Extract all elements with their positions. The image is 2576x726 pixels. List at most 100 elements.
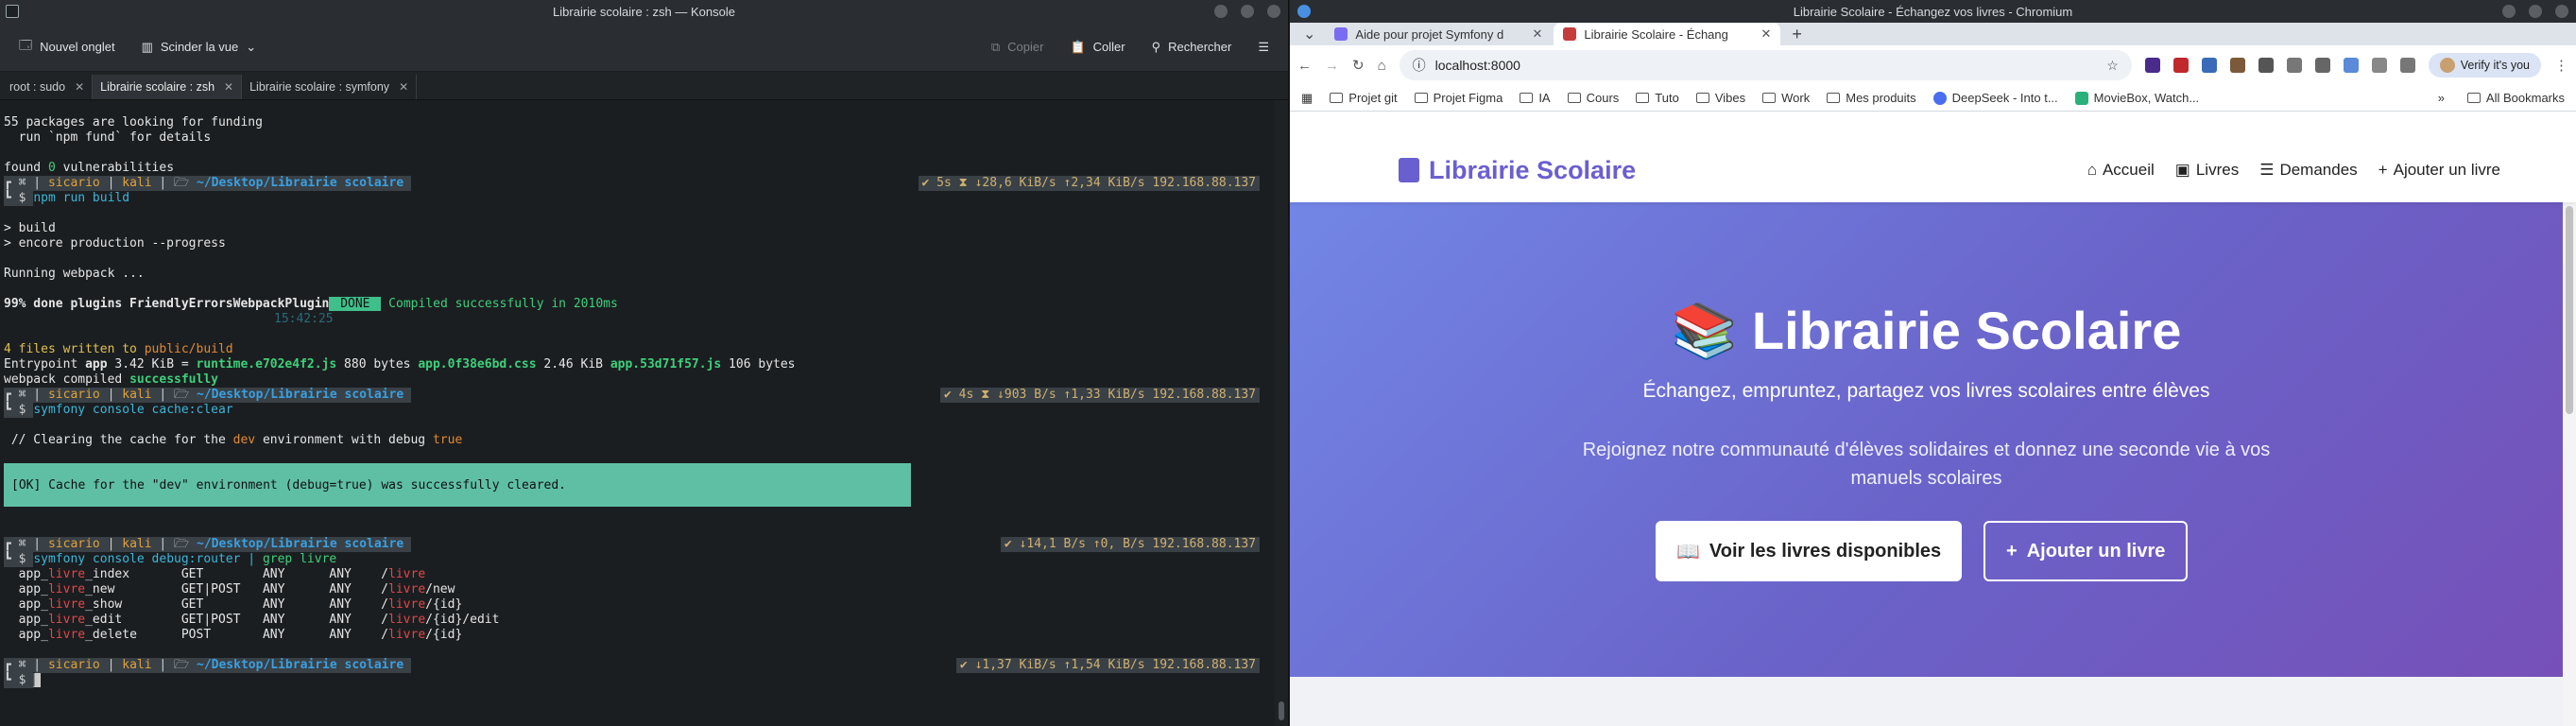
folder-icon [1827,93,1841,103]
chevron-right-icon[interactable]: » [2438,91,2445,105]
verify-profile-button[interactable]: Verify it's you [2428,53,2541,78]
prompt-line: ┏ ⌘ | sicario | kali | 🗁 ~/Desktop/Libra… [4,176,1275,191]
back-icon[interactable]: ← [1297,58,1312,74]
close-tab-icon[interactable]: ✕ [1761,26,1772,42]
bookmark-item[interactable]: Tuto [1636,91,1679,105]
close-tab-icon[interactable]: ✕ [399,80,408,94]
bookmark-item[interactable]: DeepSeek - Into t... [1932,91,2058,105]
hero-paragraph: Rejoignez notre communauté d'élèves soli… [1582,440,2271,489]
apps-grid-icon[interactable]: ▦ [1301,91,1313,106]
close-tab-icon[interactable]: ✕ [1533,26,1543,42]
paste-button[interactable]: 📋 Coller [1060,34,1134,60]
nav-livres[interactable]: ▣ Livres [2175,161,2239,180]
bookmark-item[interactable]: Work [1762,91,1810,105]
command-line: ┗ $ symfony console cache:clear [4,403,233,418]
search-button[interactable]: ⚲ Rechercher [1142,34,1242,60]
nav-accueil[interactable]: ⌂ Accueil [2087,161,2155,180]
maximize-icon[interactable] [2529,5,2542,18]
terminal-line: 15:42:25 [274,312,334,326]
scroll-thumb[interactable] [1279,701,1284,720]
tab-search-icon[interactable]: ⌄ [1296,25,1323,43]
konsole-tab[interactable]: Librairie scolaire : symfony ✕ [242,75,418,99]
bookmark-item[interactable]: Mes produits [1827,91,1916,105]
terminal-app-icon [6,5,19,18]
hamburger-menu-icon[interactable]: ☰ [1248,34,1279,60]
scroll-thumb[interactable] [2566,206,2573,414]
route-row: app_livre_show GET ANY ANY /livre/{id} [18,597,463,612]
extension-icon[interactable] [2314,58,2330,73]
split-view-icon: ▥ [141,39,153,54]
key-icon[interactable] [2399,58,2415,73]
cursor: ▏ [33,673,42,687]
folder-icon [1520,93,1534,103]
folder-icon [1695,93,1709,103]
extension-icon[interactable] [2371,58,2387,73]
browser-tab[interactable]: Librairie Scolaire - Échang ✕ [1554,23,1781,45]
terminal-scrollbar[interactable] [1275,100,1288,726]
konsole-tab[interactable]: Librairie scolaire : zsh ✕ [93,75,243,99]
extension-icon[interactable] [2229,58,2245,73]
bookmark-item[interactable]: Vibes [1695,91,1745,105]
copy-button[interactable]: ⧉ Copier [982,34,1054,60]
terminal-line: found 0 vulnerabilities [4,161,175,175]
nav-ajouter-livre[interactable]: + Ajouter un livre [2379,161,2500,180]
hero-section: 📚 Librairie Scolaire Échangez, empruntez… [1290,202,2563,677]
site-info-icon[interactable]: ⓘ [1413,56,1426,75]
terminal-line: run `npm fund` for details [4,130,212,145]
route-row: app_livre_index GET ANY ANY /livre [18,567,426,581]
extension-icon[interactable] [2201,58,2217,73]
new-tab-plus-icon[interactable]: + [1782,25,1812,44]
close-tab-icon[interactable]: ✕ [75,80,84,94]
bookmark-star-icon[interactable]: ☆ [2106,58,2119,74]
bookmark-item[interactable]: Cours [1567,91,1619,105]
next-section [1290,677,2563,726]
extension-icon[interactable] [2172,58,2189,73]
close-icon[interactable] [2555,5,2568,18]
chromium-titlebar[interactable]: Librairie Scolaire - Échangez vos livres… [1290,0,2576,23]
url-text: localhost:8000 [1434,58,1520,73]
folder-icon [1636,93,1650,103]
bookmark-item[interactable]: Projet Figma [1414,91,1503,105]
all-bookmarks[interactable]: » All Bookmarks [2438,91,2565,105]
view-books-button[interactable]: 📖 Voir les livres disponibles [1656,521,1963,581]
page-scrollbar[interactable] [2563,202,2576,726]
chromium-window: Librairie Scolaire - Échangez vos livres… [1290,0,2576,726]
address-bar[interactable]: ⓘ localhost:8000 ☆ [1399,50,2132,80]
terminal-output[interactable]: 55 packages are looking for funding run … [0,100,1275,726]
new-tab-button[interactable]: 🗔 Nouvel onglet [9,31,125,63]
extension-icon[interactable] [2286,58,2302,73]
minimize-icon[interactable] [2502,5,2516,18]
konsole-title: Librairie scolaire : zsh — Konsole [553,4,735,19]
kebab-menu-icon[interactable]: ⋮ [2554,57,2568,74]
command-line[interactable]: ┗ $ ▏ [4,673,1275,688]
web-page: Librairie Scolaire ⌂ Accueil ▣ Livres ☰ Dem… [1290,138,2576,726]
route-row: app_livre_delete POST ANY ANY /livre/{id… [18,628,463,642]
desktop: Librairie scolaire : zsh — Konsole 🗔 Nouv… [0,0,2576,726]
puzzle-icon[interactable] [2258,58,2274,73]
close-tab-icon[interactable]: ✕ [224,80,233,94]
extension-icon[interactable] [2343,58,2359,73]
avatar [2439,58,2455,73]
close-icon[interactable] [1267,5,1280,18]
site-menu: ⌂ Accueil ▣ Livres ☰ Demandes + Ajouter un l… [2087,161,2500,180]
minimize-icon[interactable] [1214,5,1228,18]
site-brand[interactable]: Librairie Scolaire [1399,156,1636,185]
reload-icon[interactable]: ↻ [1352,57,1365,74]
book-icon [1399,158,1419,182]
forward-icon[interactable]: → [1325,58,1339,74]
status-segment: ✔ ↓14,1 B/s ↑0, B/s 192.168.88.137 [1000,537,1260,552]
browser-tab[interactable]: Aide pour projet Symfony d ✕ [1325,23,1552,45]
bookmark-item[interactable]: IA [1520,91,1551,105]
bookmark-item[interactable]: Projet git [1330,91,1398,105]
status-segment: ✔ 4s ⧗ ↓903 B/s ↑1,33 KiB/s 192.168.88.1… [939,388,1260,403]
konsole-tabbar: root : sudo ✕ Librairie scolaire : zsh ✕ L… [0,72,1288,100]
bookmark-item[interactable]: MovieBox, Watch... [2074,91,2199,105]
split-view-button[interactable]: ▥ Scinder la vue ⌄ [132,34,266,60]
extension-icon[interactable] [2144,58,2160,73]
nav-demandes[interactable]: ☰ Demandes [2259,161,2357,180]
konsole-titlebar[interactable]: Librairie scolaire : zsh — Konsole [0,0,1288,23]
home-icon[interactable]: ⌂ [1378,58,1386,74]
konsole-tab[interactable]: root : sudo ✕ [2,75,94,99]
maximize-icon[interactable] [1241,5,1254,18]
add-book-button[interactable]: + Ajouter un livre [1984,521,2189,581]
